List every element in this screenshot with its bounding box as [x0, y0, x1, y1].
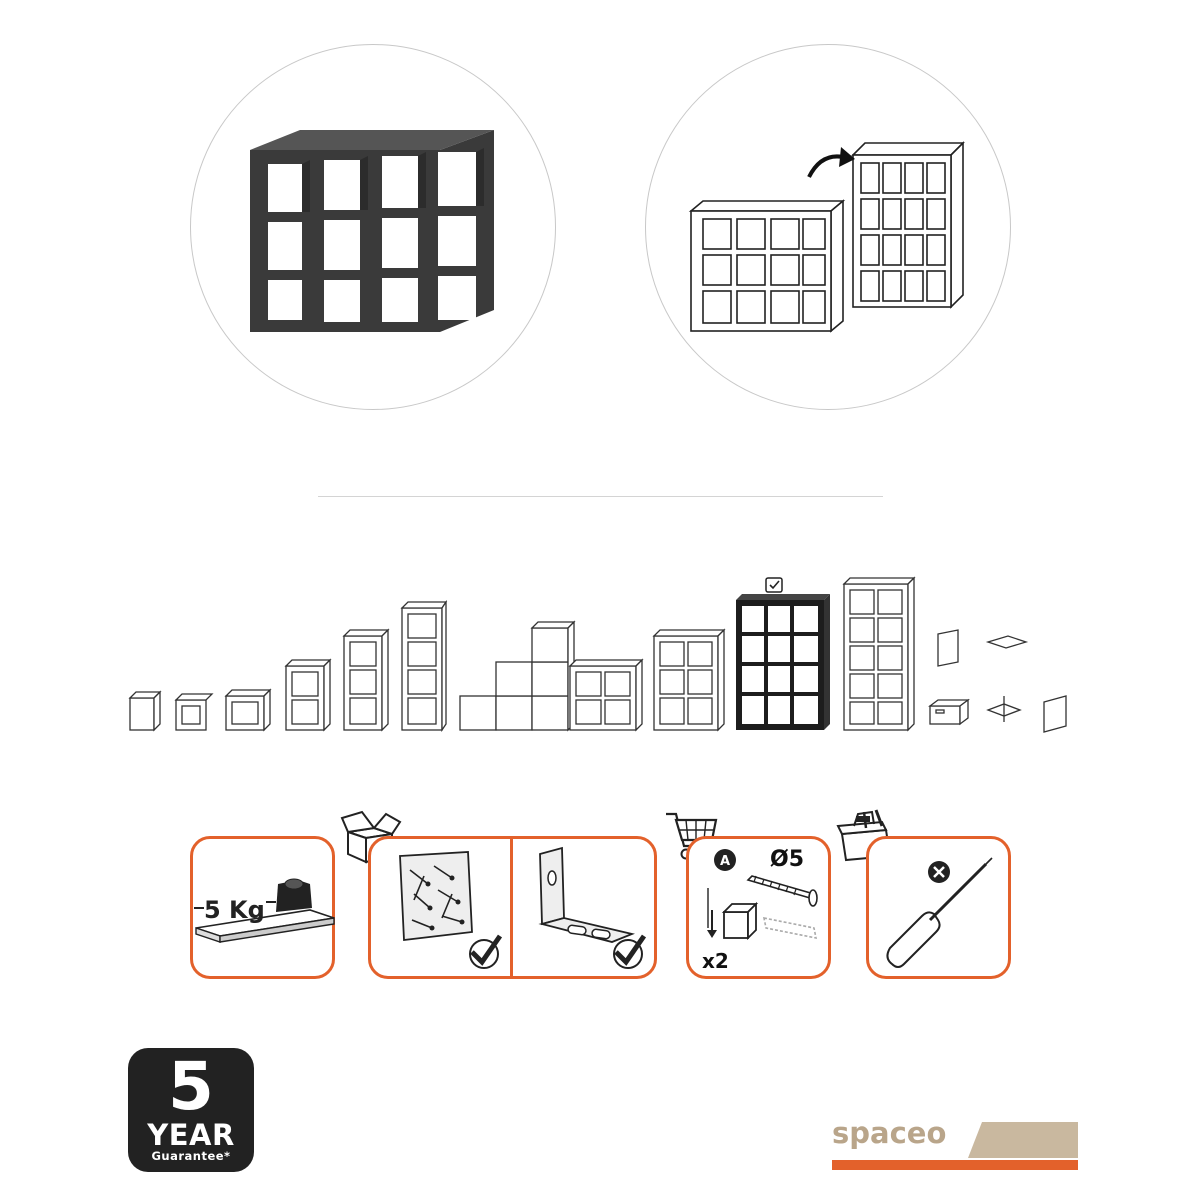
screwdriver-diagram	[886, 857, 993, 968]
plug-icon	[762, 916, 818, 940]
orientation-diagram	[688, 141, 965, 333]
fixing-marker: A	[720, 854, 730, 869]
brand-logo-text: spaceo	[832, 1116, 947, 1150]
screws-bag-image	[399, 851, 503, 969]
fixing-quantity: x2	[702, 949, 729, 973]
angle-bracket-image	[538, 846, 647, 969]
weight-capacity-diagram: 5 Kg	[194, 878, 335, 943]
guarantee-years: 5	[168, 1048, 214, 1125]
guarantee-text: Guarantee*	[151, 1149, 231, 1163]
range-overview	[128, 576, 1067, 733]
guarantee-badge: 5 YEAR Guarantee*	[128, 1048, 254, 1172]
fixing-diameter: Ø5	[770, 847, 804, 872]
section-divider	[318, 496, 883, 497]
weight-label: 5 Kg	[204, 896, 265, 924]
wall-fixing-diagram: A Ø5 x2	[702, 847, 818, 973]
guarantee-unit: YEAR	[147, 1118, 235, 1152]
black-shelf-unit-image	[250, 130, 494, 332]
screw-icon	[746, 875, 818, 907]
